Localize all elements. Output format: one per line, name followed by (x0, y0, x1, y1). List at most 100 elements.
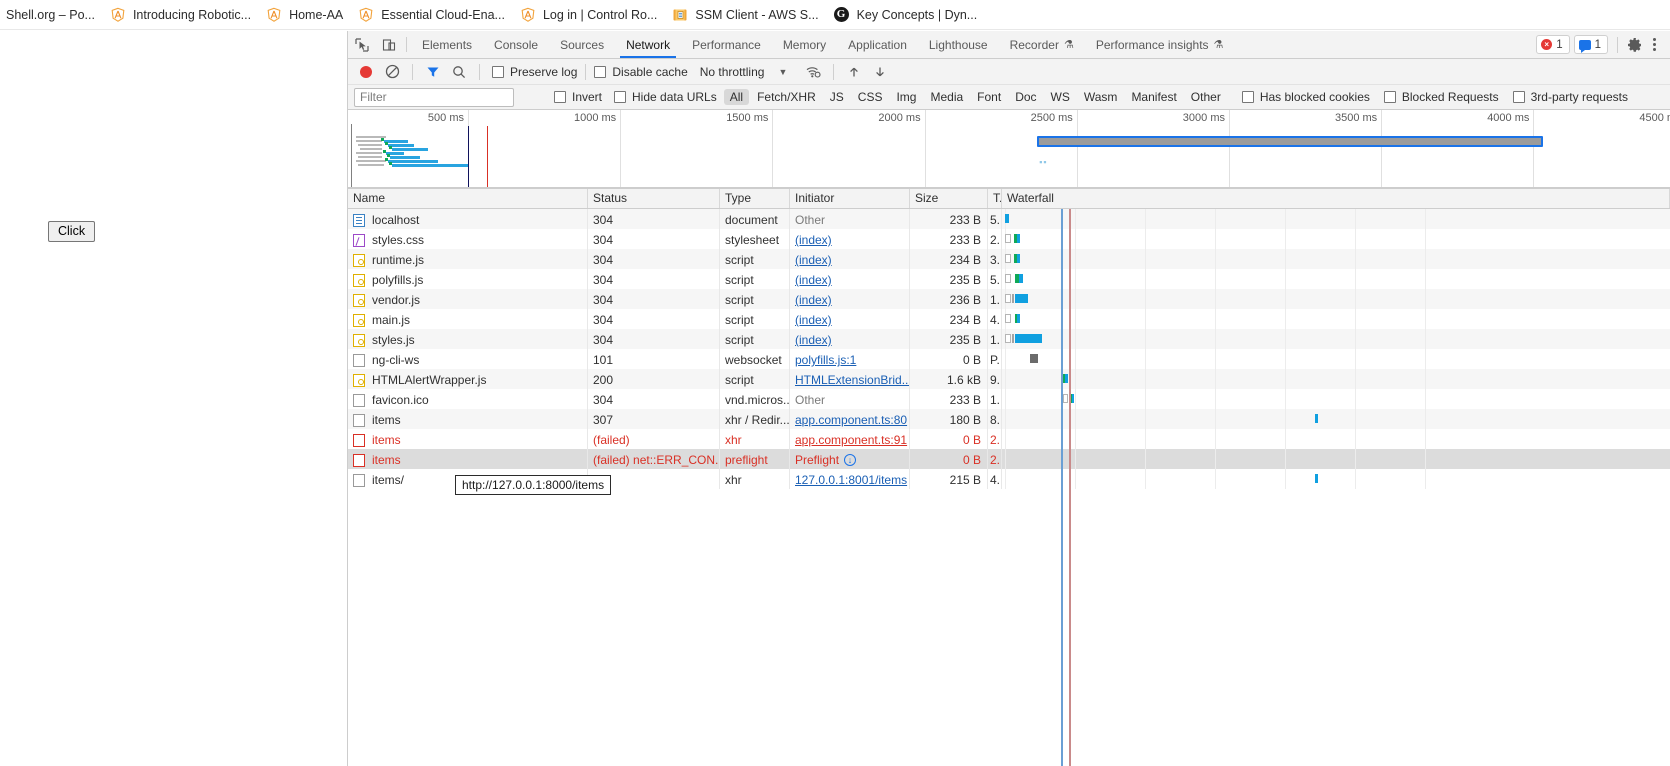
initiator-link[interactable]: (index) (795, 254, 832, 266)
bookmark-item[interactable]: SSM Client - AWS S... (666, 5, 827, 25)
search-icon[interactable] (447, 60, 471, 84)
gear-icon[interactable] (1627, 37, 1643, 53)
network-conditions-icon[interactable] (801, 60, 825, 84)
filter-type-ws[interactable]: WS (1045, 89, 1076, 105)
column-header-size[interactable]: Size (910, 189, 988, 208)
initiator-link[interactable]: HTMLExtensionBrid... (795, 374, 909, 386)
table-row[interactable]: localhost 304 document Other 233 B 5. (348, 209, 1670, 229)
table-row[interactable]: styles.css 304 stylesheet (index) 233 B 2. (348, 229, 1670, 249)
invert-checkbox[interactable]: Invert (554, 90, 602, 104)
initiator-link[interactable]: (index) (795, 334, 832, 346)
tab-sources[interactable]: Sources (549, 31, 615, 58)
table-row[interactable]: runtime.js 304 script (index) 234 B 3. (348, 249, 1670, 269)
overview-selection-band[interactable] (1037, 136, 1543, 147)
initiator-link[interactable]: polyfills.js:1 (795, 354, 856, 366)
has-blocked-cookies-checkbox[interactable]: Has blocked cookies (1241, 90, 1370, 104)
filter-type-media[interactable]: Media (924, 89, 969, 105)
filter-type-other[interactable]: Other (1185, 89, 1227, 105)
table-row[interactable]: ng-cli-ws 101 websocket polyfills.js:1 0 B P. (348, 349, 1670, 369)
waterfall-gridline (1355, 309, 1356, 329)
cell-name: runtime.js (348, 249, 588, 269)
filter-type-css[interactable]: CSS (852, 89, 889, 105)
bookmark-item[interactable]: Introducing Robotic... (104, 5, 260, 25)
table-row[interactable]: polyfills.js 304 script (index) 235 B 5. (348, 269, 1670, 289)
filter-type-doc[interactable]: Doc (1009, 89, 1042, 105)
filter-type-font[interactable]: Font (971, 89, 1007, 105)
waterfall-gridline (1355, 349, 1356, 369)
tab-lighthouse[interactable]: Lighthouse (918, 31, 999, 58)
network-overview-timeline[interactable]: 500 ms 1000 ms 1500 ms 2000 ms 2500 ms 3000 m… (348, 110, 1670, 188)
column-header-status[interactable]: Status (588, 189, 720, 208)
tab-console[interactable]: Console (483, 31, 549, 58)
tab-performance-insights[interactable]: Performance insights ⚗ (1085, 31, 1235, 58)
cell-type: xhr (720, 429, 790, 449)
table-row[interactable]: styles.js 304 script (index) 235 B 1. (348, 329, 1670, 349)
hide-data-urls-checkbox[interactable]: Hide data URLs (614, 90, 717, 104)
initiator-link[interactable]: (index) (795, 274, 832, 286)
filter-type-fetch-xhr[interactable]: Fetch/XHR (751, 89, 822, 105)
waterfall-gridline (1145, 349, 1146, 369)
table-row[interactable]: vendor.js 304 script (index) 236 B 1. (348, 289, 1670, 309)
table-row[interactable]: main.js 304 script (index) 234 B 4. (348, 309, 1670, 329)
initiator-link[interactable]: (index) (795, 294, 832, 306)
cell-time: 5. (988, 269, 1002, 289)
initiator-link[interactable]: app.component.ts:91 (795, 434, 907, 446)
tab-network[interactable]: Network (615, 31, 681, 58)
preflight-info-icon[interactable]: ↓ (844, 454, 857, 466)
toolbar-divider (585, 63, 587, 80)
tab-performance[interactable]: Performance (681, 31, 772, 58)
initiator-link[interactable]: 127.0.0.1:8001/items (795, 474, 907, 486)
tab-recorder[interactable]: Recorder ⚗ (999, 31, 1085, 58)
filter-icon[interactable] (421, 60, 445, 84)
blocked-requests-checkbox[interactable]: Blocked Requests (1383, 90, 1499, 104)
filter-type-img[interactable]: Img (890, 89, 922, 105)
tab-elements[interactable]: Elements (411, 31, 483, 58)
column-header-name[interactable]: Name (348, 189, 588, 208)
table-row[interactable]: items (failed) net::ERR_CON... preflight Pr… (348, 449, 1670, 469)
export-har-icon[interactable] (868, 60, 892, 84)
waterfall-gridline (1145, 369, 1146, 389)
filter-type-js[interactable]: JS (824, 89, 850, 105)
bookmark-item[interactable]: Home-AA (260, 5, 352, 25)
table-row[interactable]: favicon.ico 304 vnd.micros... Other 233 B 1. (348, 389, 1670, 409)
filter-type-wasm[interactable]: Wasm (1078, 89, 1124, 105)
column-header-waterfall[interactable]: Waterfall (1002, 189, 1670, 208)
column-header-t-[interactable]: T. (988, 189, 1002, 208)
column-header-initiator[interactable]: Initiator (790, 189, 910, 208)
table-row[interactable]: items (failed) xhr app.component.ts:91 0 B 2. (348, 429, 1670, 449)
column-header-type[interactable]: Type (720, 189, 790, 208)
device-toolbar-icon[interactable] (375, 31, 402, 58)
tab-application[interactable]: Application (837, 31, 918, 58)
bookmark-item[interactable]: Essential Cloud-Ena... (352, 5, 514, 25)
initiator-link[interactable]: (index) (795, 314, 832, 326)
third-party-requests-checkbox[interactable]: 3rd-party requests (1512, 90, 1628, 104)
table-row[interactable]: HTMLAlertWrapper.js 200 script HTMLExtensio… (348, 369, 1670, 389)
record-button[interactable] (354, 60, 378, 84)
filter-type-manifest[interactable]: Manifest (1125, 89, 1182, 105)
chevron-down-icon[interactable]: ▼ (778, 67, 787, 77)
initiator-link[interactable]: app.component.ts:80 (795, 414, 907, 426)
filter-input[interactable] (354, 87, 514, 107)
generic-icon (353, 353, 365, 367)
overview-left-handle[interactable] (348, 124, 352, 187)
click-button[interactable]: Click (48, 221, 96, 242)
disable-cache-checkbox[interactable]: Disable cache (594, 65, 688, 79)
tab-memory[interactable]: Memory (772, 31, 837, 58)
more-options-icon[interactable] (1647, 38, 1662, 51)
message-count-badge[interactable]: 1 (1573, 35, 1608, 54)
initiator-link[interactable]: (index) (795, 234, 832, 246)
throttling-select[interactable]: No throttling (700, 65, 765, 79)
preserve-log-checkbox[interactable]: Preserve log (492, 65, 577, 79)
filter-type-all[interactable]: All (723, 89, 750, 105)
cell-time: P. (988, 349, 1002, 369)
bookmark-item[interactable]: Log in | Control Ro... (514, 5, 666, 25)
waterfall-gridline (1425, 229, 1426, 249)
import-har-icon[interactable] (842, 60, 866, 84)
error-count-badge[interactable]: × 1 (1536, 35, 1570, 54)
table-row[interactable]: items 307 xhr / Redir... app.component.ts:8… (348, 409, 1670, 429)
clear-button[interactable] (380, 60, 404, 84)
bookmark-item[interactable]: G Key Concepts | Dyn... (828, 5, 987, 25)
inspect-element-icon[interactable] (348, 31, 375, 58)
bookmark-item[interactable]: Shell.org – Po... (0, 6, 104, 24)
overview-gridline (772, 110, 774, 187)
